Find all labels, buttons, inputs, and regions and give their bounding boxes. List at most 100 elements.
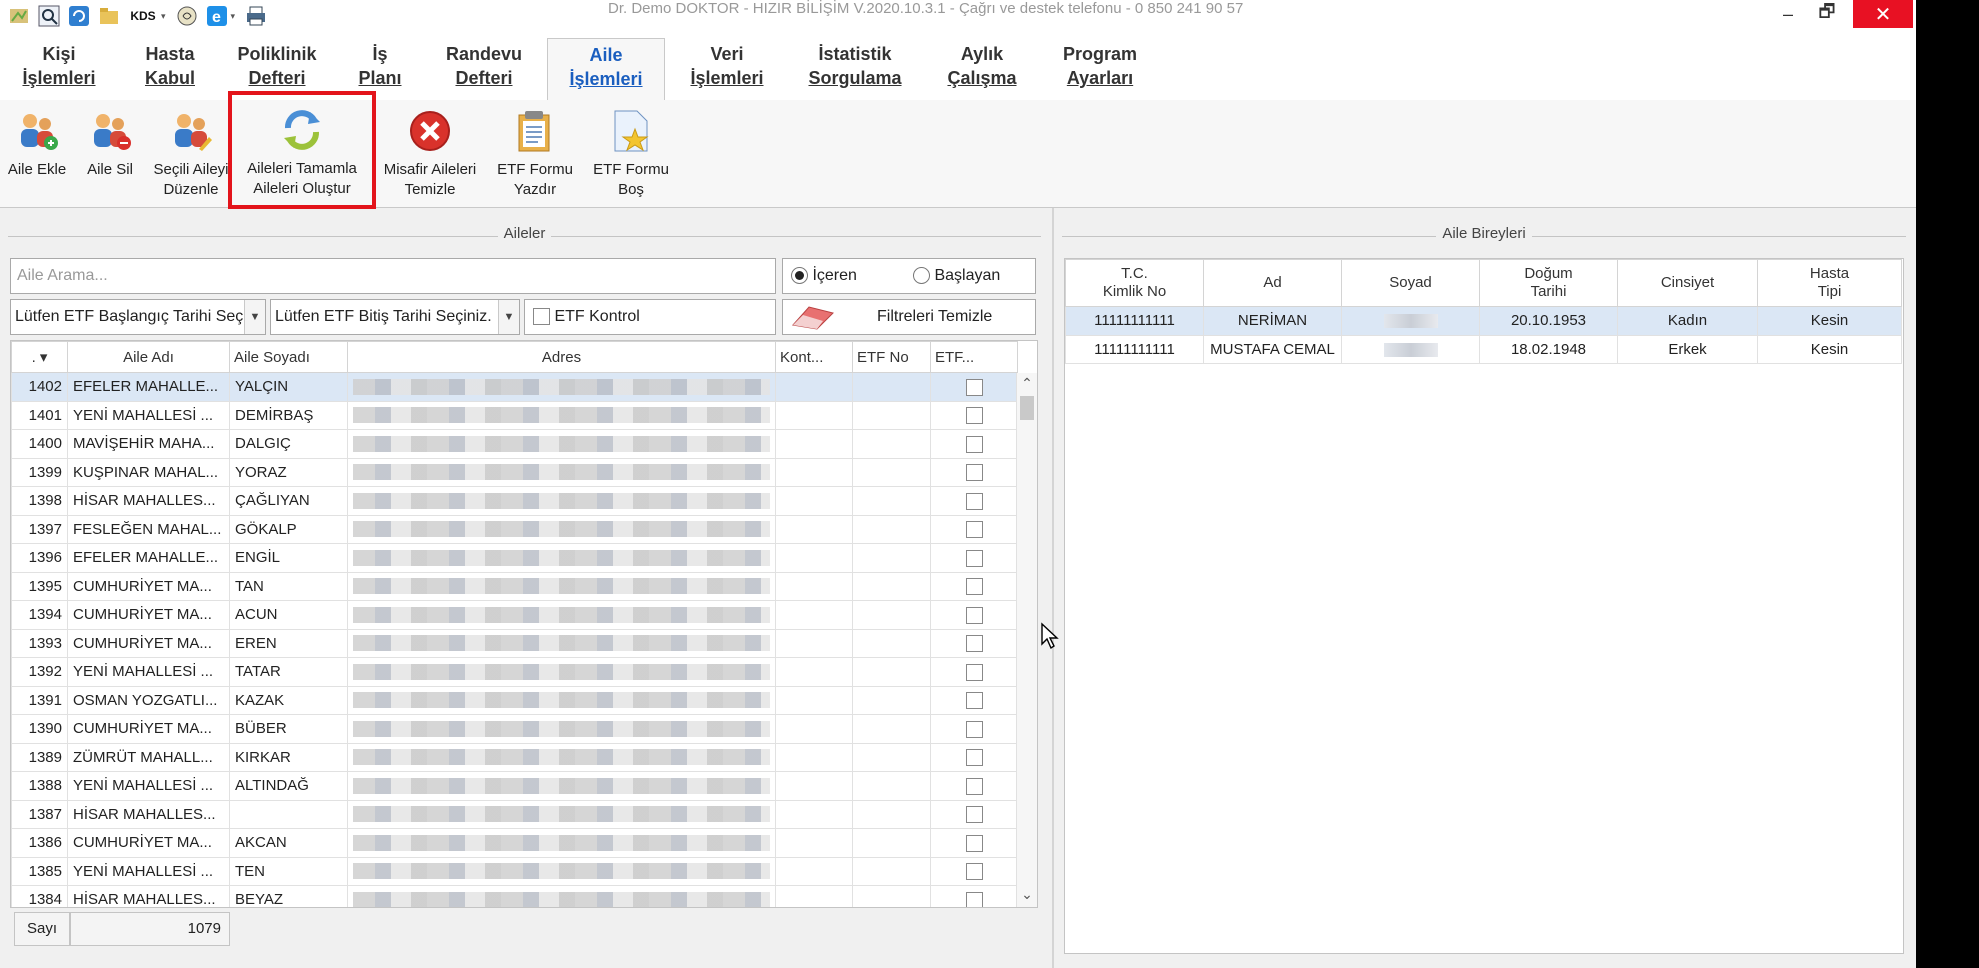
table-row[interactable]: 1384 HİSAR MAHALLES... BEYAZ [11, 885, 1018, 907]
etf-checkbox[interactable] [965, 378, 983, 396]
table-row[interactable]: 1401 YENİ MAHALLESİ ... DEMİRBAŞ [11, 400, 1018, 430]
etf-checkbox[interactable] [965, 549, 983, 567]
etf-end-date-select[interactable]: Lütfen ETF Bitiş Tarihi Seçiniz. ▼ [270, 299, 520, 335]
radio-contains[interactable]: İçeren [791, 259, 857, 293]
medical-seal-icon[interactable] [174, 3, 200, 29]
column-header-etf-no[interactable]: ETF No [852, 341, 931, 373]
etf-checkbox[interactable] [965, 777, 983, 795]
radio-starts-with[interactable]: Başlayan [913, 259, 1000, 293]
table-row[interactable]: 1398 HİSAR MAHALLES... ÇAĞLIYAN [11, 486, 1018, 516]
column-header-family-surname[interactable]: Aile Soyadı [229, 341, 348, 373]
tab-istatistik-sorgulama[interactable]: İstatistik Sorgulama [800, 42, 910, 90]
family-control [775, 714, 853, 744]
paint-icon[interactable] [6, 3, 32, 29]
tab-poliklinik-defteri[interactable]: Poliklinik Defteri [232, 42, 322, 90]
table-row[interactable]: 1389 ZÜMRÜT MAHALL... KIRKAR [11, 742, 1018, 772]
delete-family-button[interactable]: Aile Sil [82, 108, 138, 180]
tab-hasta-kabul[interactable]: Hasta Kabul [130, 42, 210, 90]
tab-veri-islemleri[interactable]: Veri İşlemleri [680, 42, 774, 90]
member-row[interactable]: 11111111111 MUSTAFA CEMAL 18.02.1948 Erk… [1065, 334, 1902, 364]
table-row[interactable]: 1388 YENİ MAHALLESİ ... ALTINDAĞ [11, 771, 1018, 801]
etf-checkbox[interactable] [965, 521, 983, 539]
search-icon[interactable] [36, 3, 62, 29]
etf-checkbox[interactable] [965, 578, 983, 596]
chevron-down-icon[interactable]: ▼ [244, 300, 265, 334]
etf-checkbox[interactable] [965, 834, 983, 852]
chevron-down-icon[interactable]: ▾ [161, 11, 166, 22]
member-surname [1341, 306, 1480, 336]
print-etf-form-button[interactable]: ETF Formu Yazdır [494, 108, 576, 200]
etf-checkbox[interactable] [965, 464, 983, 482]
etf-checkbox[interactable] [965, 635, 983, 653]
etf-checkbox[interactable] [965, 863, 983, 881]
column-header-surname[interactable]: Soyad [1341, 259, 1480, 307]
printer-icon[interactable] [243, 3, 269, 29]
refresh-icon[interactable] [66, 3, 92, 29]
column-header-tc[interactable]: T.C. Kimlik No [1065, 259, 1204, 307]
tab-program-ayarlari[interactable]: Program Ayarları [1050, 42, 1150, 90]
etf-checkbox[interactable] [965, 492, 983, 510]
table-row[interactable]: 1397 FESLEĞEN MAHAL... GÖKALP [11, 514, 1018, 544]
column-header-patient-type[interactable]: Hasta Tipi [1757, 259, 1902, 307]
column-header-etf[interactable]: ETF... [930, 341, 1018, 373]
table-row[interactable]: 1387 HİSAR MAHALLES... [11, 799, 1018, 829]
column-header-id[interactable]: . ▾ [11, 341, 68, 373]
table-row[interactable]: 1393 CUMHURİYET MA... EREN [11, 628, 1018, 658]
etf-start-date-select[interactable]: Lütfen ETF Başlangıç Tarihi Seç ▼ [10, 299, 266, 335]
complete-families-button[interactable]: Aileleri Tamamla Aileleri Oluştur [228, 91, 376, 209]
chevron-down-icon[interactable]: ▾ [231, 11, 236, 22]
etf-checkbox[interactable] [965, 692, 983, 710]
tab-randevu-defteri[interactable]: Randevu Defteri [434, 42, 534, 90]
families-scrollbar[interactable]: ⌃ ⌄ [1016, 373, 1037, 907]
table-row[interactable]: 1396 EFELER MAHALLE... ENGİL [11, 543, 1018, 573]
member-row[interactable]: 11111111111 NERİMAN 20.10.1953 Kadın Kes… [1065, 306, 1902, 336]
tab-is-plani[interactable]: İş Planı [350, 42, 410, 90]
column-header-control[interactable]: Kont... [775, 341, 853, 373]
etf-control-checkbox[interactable]: ETF Kontrol [524, 299, 776, 335]
table-row[interactable]: 1386 CUMHURİYET MA... AKCAN [11, 828, 1018, 858]
tab-label: İşlemleri [690, 68, 764, 88]
restore-button[interactable]: 🗗 [1803, 0, 1851, 28]
tab-kisi-islemleri[interactable]: Kişi İşlemleri [16, 42, 102, 90]
browser-icon[interactable]: e [204, 3, 230, 29]
etf-checkbox[interactable] [965, 606, 983, 624]
tab-aile-islemleri[interactable]: Aile İşlemleri [547, 38, 665, 106]
folder-icon[interactable] [96, 3, 122, 29]
scroll-thumb[interactable] [1020, 396, 1034, 420]
column-header-birth-date[interactable]: Doğum Tarihi [1479, 259, 1618, 307]
column-header-gender[interactable]: Cinsiyet [1617, 259, 1758, 307]
family-search-input[interactable] [10, 258, 776, 294]
chevron-down-icon[interactable]: ▼ [498, 300, 519, 334]
scroll-up-icon[interactable]: ⌃ [1017, 375, 1037, 392]
etf-checkbox[interactable] [965, 720, 983, 738]
clear-filters-button[interactable]: Filtreleri Temizle [782, 299, 1036, 335]
column-header-name[interactable]: Ad [1203, 259, 1342, 307]
table-row[interactable]: 1390 CUMHURİYET MA... BÜBER [11, 714, 1018, 744]
column-header-family-name[interactable]: Aile Adı [67, 341, 230, 373]
blank-etf-form-button[interactable]: ETF Formu Boş [590, 108, 672, 200]
clear-guest-families-button[interactable]: Misafir Aileleri Temizle [380, 108, 480, 200]
etf-checkbox[interactable] [965, 749, 983, 767]
panel-splitter[interactable] [1052, 208, 1054, 968]
table-row[interactable]: 1394 CUMHURİYET MA... ACUN [11, 600, 1018, 630]
edit-family-button[interactable]: Seçili Aileyi Düzenle [148, 108, 234, 200]
close-button[interactable]: ✕ [1853, 0, 1913, 28]
etf-checkbox[interactable] [965, 891, 983, 907]
scroll-down-icon[interactable]: ⌄ [1017, 886, 1037, 903]
table-row[interactable]: 1385 YENİ MAHALLESİ ... TEN [11, 856, 1018, 886]
table-row[interactable]: 1392 YENİ MAHALLESİ ... TATAR [11, 657, 1018, 687]
column-header-address[interactable]: Adres [347, 341, 776, 373]
table-row[interactable]: 1402 EFELER MAHALLE... YALÇIN [11, 372, 1018, 402]
etf-checkbox[interactable] [965, 435, 983, 453]
etf-checkbox[interactable] [965, 407, 983, 425]
etf-checkbox[interactable] [965, 663, 983, 681]
table-row[interactable]: 1399 KUŞPINAR MAHAL... YORAZ [11, 457, 1018, 487]
family-control [775, 514, 853, 544]
tab-aylik-calisma[interactable]: Aylık Çalışma [940, 42, 1024, 90]
add-family-button[interactable]: Aile Ekle [4, 108, 70, 180]
table-row[interactable]: 1395 CUMHURİYET MA... TAN [11, 571, 1018, 601]
table-row[interactable]: 1400 MAVİŞEHİR MAHA... DALGIÇ [11, 429, 1018, 459]
etf-checkbox[interactable] [965, 806, 983, 824]
table-row[interactable]: 1391 OSMAN YOZGATLI... KAZAK [11, 685, 1018, 715]
kds-icon[interactable]: KDS [126, 3, 160, 29]
